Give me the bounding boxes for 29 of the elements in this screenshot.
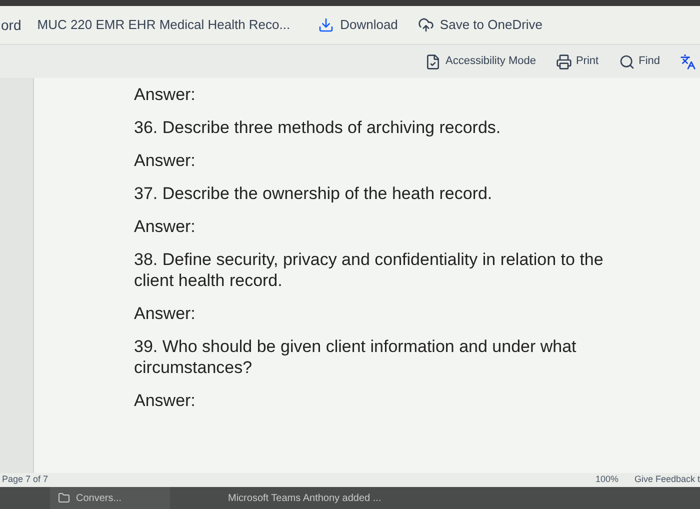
translate-button[interactable] <box>680 54 696 70</box>
document-paragraph: 37. Describe the ownership of the heath record. <box>134 183 494 204</box>
download-button[interactable]: Download <box>318 15 398 35</box>
app-name: ord <box>0 16 22 34</box>
search-icon <box>618 54 635 70</box>
document-paragraph: Answer: <box>134 84 196 105</box>
accessibility-button[interactable]: Accessibility Mode <box>425 53 536 70</box>
document-paragraph: Answer: <box>134 150 196 171</box>
translate-icon <box>680 54 696 70</box>
document-check-icon <box>425 54 442 70</box>
print-button[interactable]: Print <box>556 53 599 70</box>
printer-icon <box>556 54 572 70</box>
page-indicator: Page 7 of 7 <box>1 473 48 486</box>
document-paragraph: Answer: <box>134 216 196 237</box>
document-paragraph: Answer: <box>134 303 196 324</box>
download-icon <box>318 17 334 33</box>
document-paragraph: 36. Describe three methods of archiving records. <box>134 117 502 138</box>
taskbar-item[interactable]: Microsoft Teams Anthony added ... <box>220 487 390 509</box>
document-paragraph: 39. Who should be given client information and under what circumstances? <box>134 336 578 378</box>
folder-icon <box>58 492 70 504</box>
document-paragraph: 38. Define security, privacy and confidentiality in relation to the client health record. <box>134 249 604 291</box>
document-title: MUC 220 EMR EHR Medical Health Reco... <box>37 16 290 34</box>
document-paragraph: Answer: <box>134 390 196 411</box>
find-button[interactable]: Find <box>618 53 660 70</box>
zoom-level: 100% <box>595 473 618 486</box>
cloud-icon <box>418 17 434 33</box>
feedback-link[interactable]: Give Feedback t <box>634 473 700 487</box>
save-to-onedrive-button[interactable]: Save to OneDrive <box>418 15 543 35</box>
taskbar-item[interactable]: Convers... <box>50 487 170 509</box>
